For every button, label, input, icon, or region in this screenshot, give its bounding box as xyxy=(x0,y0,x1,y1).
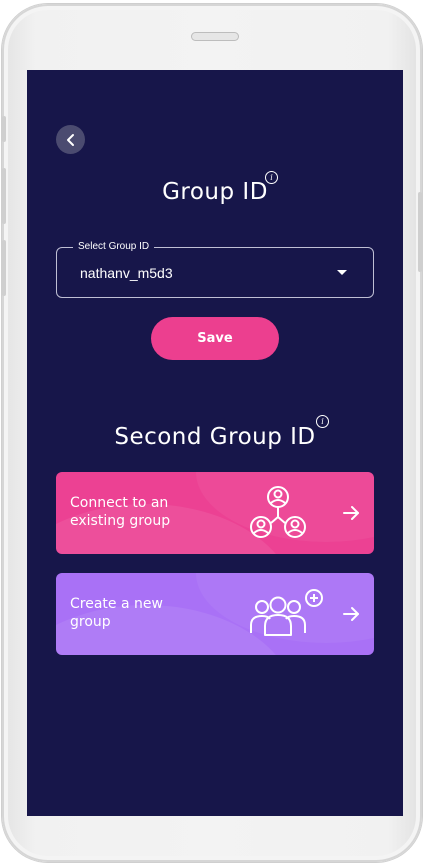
card-label: Connect to an existing group xyxy=(70,495,171,529)
add-group-icon xyxy=(250,589,323,636)
caret-down-icon xyxy=(337,270,347,275)
arrow-right-icon xyxy=(343,506,359,520)
select-value: nathanv_m5d3 xyxy=(80,265,173,281)
group-id-select[interactable]: Select Group ID nathanv_m5d3 xyxy=(56,240,374,298)
phone-frame: Group ID i Select Group ID nathanv_m5d3 … xyxy=(2,4,422,862)
card-label: Create a new group xyxy=(70,596,163,630)
volume-up-button xyxy=(2,168,6,224)
save-button[interactable]: Save xyxy=(151,317,279,360)
page-title: Group ID xyxy=(27,179,403,205)
volume-down-button xyxy=(2,240,6,296)
chevron-left-icon xyxy=(66,133,74,146)
app-screen: Group ID i Select Group ID nathanv_m5d3 … xyxy=(27,70,403,816)
connected-users-icon xyxy=(250,486,306,538)
second-group-title: Second Group ID xyxy=(27,424,403,450)
create-new-group-card[interactable]: Create a new group xyxy=(56,573,374,655)
mute-switch xyxy=(2,116,6,142)
info-icon[interactable]: i xyxy=(316,415,329,428)
speaker-grille xyxy=(191,32,239,41)
connect-existing-group-card[interactable]: Connect to an existing group xyxy=(56,472,374,554)
arrow-right-icon xyxy=(343,607,359,621)
select-label: Select Group ID xyxy=(73,240,155,254)
second-group-title-text: Second Group ID xyxy=(114,424,316,450)
page-title-text: Group ID xyxy=(162,179,268,205)
info-icon[interactable]: i xyxy=(265,171,278,184)
back-button[interactable] xyxy=(56,125,85,154)
power-button xyxy=(418,192,422,272)
